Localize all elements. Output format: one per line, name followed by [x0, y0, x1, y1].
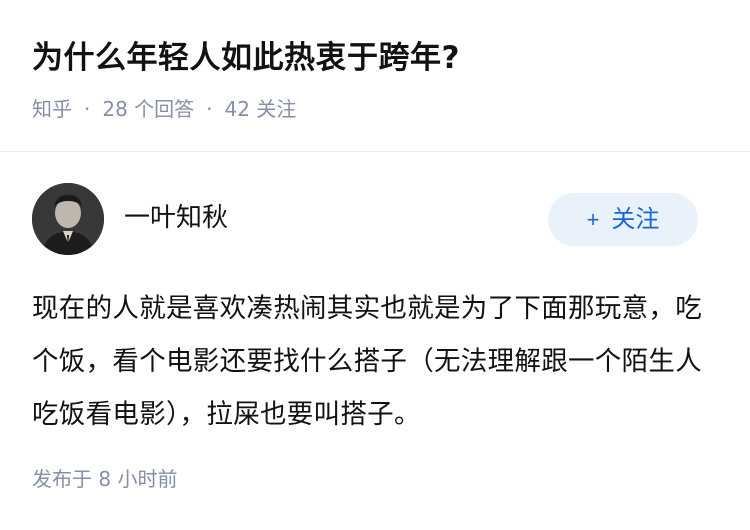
author-avatar[interactable]	[32, 183, 104, 255]
follow-button-label: 关注	[611, 206, 660, 233]
meta-separator: ·	[206, 97, 213, 121]
follower-count[interactable]: 42 关注	[225, 97, 297, 121]
answer-card: 为什么年轻人如此热衷于跨年? 知乎 · 28 个回答 · 42 关注 一叶知秋 + 关注 …	[0, 0, 750, 530]
publish-time: 发布于 8 小时前	[32, 467, 178, 491]
source-label[interactable]: 知乎	[32, 97, 72, 121]
answer-count[interactable]: 28 个回答	[102, 97, 194, 121]
meta-separator: ·	[84, 97, 91, 121]
divider	[0, 151, 750, 152]
question-title[interactable]: 为什么年轻人如此热衷于跨年?	[32, 30, 460, 86]
avatar-photo-icon	[32, 183, 104, 255]
plus-icon: +	[586, 207, 600, 232]
follow-button[interactable]: + 关注	[548, 193, 698, 246]
author-name[interactable]: 一叶知秋	[124, 198, 228, 238]
question-meta: 知乎 · 28 个回答 · 42 关注	[32, 92, 296, 126]
answer-content[interactable]: 现在的人就是喜欢凑热闹其实也就是为了下面那玩意，吃个饭，看个电影还要找什么搭子（…	[32, 282, 714, 441]
